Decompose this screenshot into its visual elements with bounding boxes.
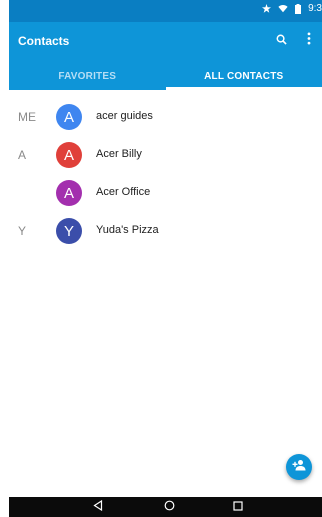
- app-bar: Contacts: [9, 22, 322, 62]
- avatar: A: [56, 104, 82, 130]
- recents-button[interactable]: [227, 499, 249, 515]
- section-header: Y: [18, 224, 27, 238]
- add-contact-icon: [292, 458, 306, 476]
- back-button[interactable]: [87, 499, 109, 515]
- status-icons: 9:3: [262, 3, 322, 14]
- home-icon: [164, 498, 175, 516]
- search-icon: [276, 32, 287, 50]
- phone-screen: 9:3 Contacts FAVORITES ALL CONTACTS ME A…: [9, 0, 322, 517]
- recents-icon: [233, 498, 243, 516]
- section-header: A: [18, 148, 27, 162]
- add-contact-button[interactable]: [286, 454, 312, 480]
- home-button[interactable]: [158, 499, 180, 515]
- overflow-menu-button[interactable]: [300, 31, 318, 51]
- more-vert-icon: [307, 32, 311, 50]
- status-time: 9:3: [308, 3, 322, 14]
- search-button[interactable]: [272, 31, 290, 51]
- back-icon: [93, 498, 103, 516]
- avatar: A: [56, 180, 82, 206]
- tab-favorites[interactable]: FAVORITES: [9, 62, 166, 90]
- contact-row-yudas-pizza[interactable]: Y Y Yuda's Pizza: [9, 212, 322, 250]
- status-bar: 9:3: [9, 0, 322, 22]
- contact-row-acer-guides[interactable]: ME A acer guides: [9, 98, 322, 136]
- contact-row-acer-billy[interactable]: A A Acer Billy: [9, 136, 322, 174]
- tab-all-contacts[interactable]: ALL CONTACTS: [165, 62, 322, 90]
- battery-icon: [295, 3, 302, 14]
- contact-name: Acer Office: [96, 186, 151, 198]
- contact-name: acer guides: [96, 110, 153, 122]
- navigation-bar: [9, 497, 322, 517]
- section-header: ME: [18, 110, 36, 124]
- contact-name: Acer Billy: [96, 148, 142, 160]
- app-actions: [272, 31, 318, 51]
- contact-row-acer-office[interactable]: A Acer Office: [9, 174, 322, 212]
- star-icon: [262, 4, 272, 13]
- tab-bar: FAVORITES ALL CONTACTS: [9, 62, 322, 90]
- contact-name: Yuda's Pizza: [96, 224, 159, 236]
- app-title: Contacts: [18, 34, 70, 48]
- avatar: A: [56, 142, 82, 168]
- avatar: Y: [56, 218, 82, 244]
- contact-list: ME A acer guides A A Acer Billy A Acer O…: [9, 98, 322, 250]
- wifi-icon: [278, 4, 288, 13]
